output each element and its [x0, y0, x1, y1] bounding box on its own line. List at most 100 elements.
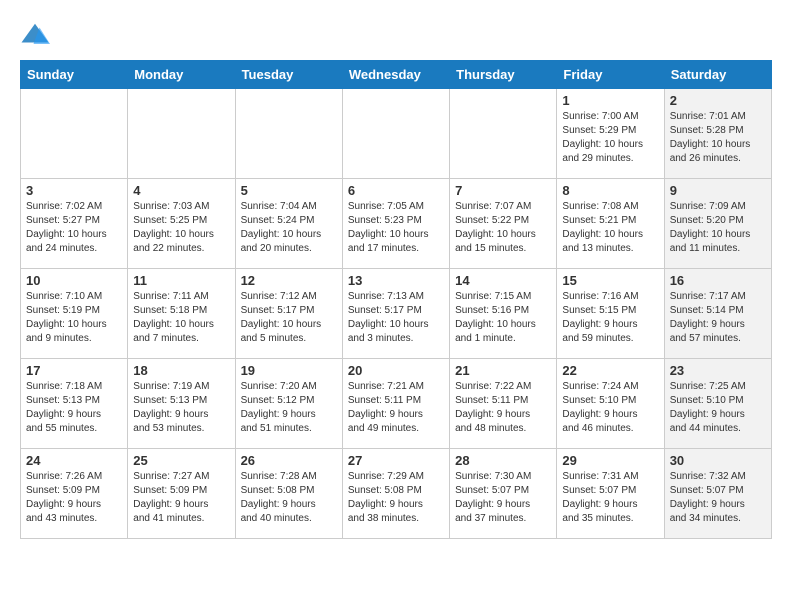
day-info: Sunrise: 7:04 AM Sunset: 5:24 PM Dayligh…	[241, 200, 337, 256]
day-number: 8	[562, 183, 658, 198]
calendar-week-5: 24Sunrise: 7:26 AM Sunset: 5:09 PM Dayli…	[21, 449, 772, 539]
day-number: 27	[348, 453, 444, 468]
calendar-cell	[235, 89, 342, 179]
page-header	[20, 20, 772, 50]
day-number: 25	[133, 453, 229, 468]
day-number: 3	[26, 183, 122, 198]
day-info: Sunrise: 7:31 AM Sunset: 5:07 PM Dayligh…	[562, 470, 658, 526]
day-number: 12	[241, 273, 337, 288]
calendar-cell: 19 Sunrise: 7:20 AM Sunset: 5:12 PM Dayli…	[235, 359, 342, 449]
day-info: Sunrise: 7:29 AM Sunset: 5:08 PM Dayligh…	[348, 470, 444, 526]
day-info: Sunrise: 7:02 AM Sunset: 5:27 PM Dayligh…	[26, 200, 122, 256]
day-info: Sunrise: 7:19 AM Sunset: 5:13 PM Dayligh…	[133, 380, 229, 436]
calendar-cell: 10 Sunrise: 7:10 AM Sunset: 5:19 PM Dayli…	[21, 269, 128, 359]
day-info: Sunrise: 7:13 AM Sunset: 5:17 PM Dayligh…	[348, 290, 444, 346]
day-number: 21	[455, 363, 551, 378]
day-info: Sunrise: 7:27 AM Sunset: 5:09 PM Dayligh…	[133, 470, 229, 526]
day-number: 30	[670, 453, 766, 468]
day-number: 1	[562, 93, 658, 108]
calendar-cell: 4 Sunrise: 7:03 AM Sunset: 5:25 PM Daylig…	[128, 179, 235, 269]
day-number: 4	[133, 183, 229, 198]
day-number: 19	[241, 363, 337, 378]
calendar-cell: 20Sunrise: 7:21 AM Sunset: 5:11 PM Dayli…	[342, 359, 449, 449]
logo	[20, 20, 54, 50]
logo-icon	[20, 20, 50, 50]
weekday-header-sunday: Sunday	[21, 61, 128, 89]
calendar-cell: 11 Sunrise: 7:11 AM Sunset: 5:18 PM Dayli…	[128, 269, 235, 359]
day-info: Sunrise: 7:20 AM Sunset: 5:12 PM Dayligh…	[241, 380, 337, 436]
day-number: 26	[241, 453, 337, 468]
day-info: Sunrise: 7:03 AM Sunset: 5:25 PM Dayligh…	[133, 200, 229, 256]
calendar-cell	[450, 89, 557, 179]
calendar-cell: 28Sunrise: 7:30 AM Sunset: 5:07 PM Dayli…	[450, 449, 557, 539]
day-info: Sunrise: 7:10 AM Sunset: 5:19 PM Dayligh…	[26, 290, 122, 346]
day-info: Sunrise: 7:12 AM Sunset: 5:17 PM Dayligh…	[241, 290, 337, 346]
calendar-cell: 15 Sunrise: 7:16 AM Sunset: 5:15 PM Dayli…	[557, 269, 664, 359]
calendar-week-4: 17 Sunrise: 7:18 AM Sunset: 5:13 PM Dayli…	[21, 359, 772, 449]
day-number: 28	[455, 453, 551, 468]
day-info: Sunrise: 7:07 AM Sunset: 5:22 PM Dayligh…	[455, 200, 551, 256]
calendar-cell: 8Sunrise: 7:08 AM Sunset: 5:21 PM Daylig…	[557, 179, 664, 269]
day-info: Sunrise: 7:16 AM Sunset: 5:15 PM Dayligh…	[562, 290, 658, 346]
calendar-cell: 1 Sunrise: 7:00 AM Sunset: 5:29 PM Daylig…	[557, 89, 664, 179]
weekday-header-saturday: Saturday	[664, 61, 771, 89]
calendar-cell: 16 Sunrise: 7:17 AM Sunset: 5:14 PM Dayli…	[664, 269, 771, 359]
calendar-cell: 21 Sunrise: 7:22 AM Sunset: 5:11 PM Dayli…	[450, 359, 557, 449]
calendar-cell: 23Sunrise: 7:25 AM Sunset: 5:10 PM Dayli…	[664, 359, 771, 449]
day-info: Sunrise: 7:15 AM Sunset: 5:16 PM Dayligh…	[455, 290, 551, 346]
day-info: Sunrise: 7:25 AM Sunset: 5:10 PM Dayligh…	[670, 380, 766, 436]
weekday-header-row: SundayMondayTuesdayWednesdayThursdayFrid…	[21, 61, 772, 89]
day-info: Sunrise: 7:18 AM Sunset: 5:13 PM Dayligh…	[26, 380, 122, 436]
weekday-header-thursday: Thursday	[450, 61, 557, 89]
day-number: 11	[133, 273, 229, 288]
day-number: 5	[241, 183, 337, 198]
day-number: 16	[670, 273, 766, 288]
day-number: 29	[562, 453, 658, 468]
calendar-cell: 7 Sunrise: 7:07 AM Sunset: 5:22 PM Daylig…	[450, 179, 557, 269]
calendar-table: SundayMondayTuesdayWednesdayThursdayFrid…	[20, 60, 772, 539]
calendar-cell: 30 Sunrise: 7:32 AM Sunset: 5:07 PM Dayli…	[664, 449, 771, 539]
calendar-cell: 26 Sunrise: 7:28 AM Sunset: 5:08 PM Dayli…	[235, 449, 342, 539]
calendar-cell: 24Sunrise: 7:26 AM Sunset: 5:09 PM Dayli…	[21, 449, 128, 539]
weekday-header-monday: Monday	[128, 61, 235, 89]
calendar-cell: 6 Sunrise: 7:05 AM Sunset: 5:23 PM Daylig…	[342, 179, 449, 269]
calendar-cell: 14Sunrise: 7:15 AM Sunset: 5:16 PM Dayli…	[450, 269, 557, 359]
weekday-header-friday: Friday	[557, 61, 664, 89]
calendar-cell: 27 Sunrise: 7:29 AM Sunset: 5:08 PM Dayli…	[342, 449, 449, 539]
day-number: 18	[133, 363, 229, 378]
calendar-cell: 13 Sunrise: 7:13 AM Sunset: 5:17 PM Dayli…	[342, 269, 449, 359]
day-info: Sunrise: 7:01 AM Sunset: 5:28 PM Dayligh…	[670, 110, 766, 166]
day-number: 22	[562, 363, 658, 378]
day-info: Sunrise: 7:00 AM Sunset: 5:29 PM Dayligh…	[562, 110, 658, 166]
day-info: Sunrise: 7:28 AM Sunset: 5:08 PM Dayligh…	[241, 470, 337, 526]
day-info: Sunrise: 7:32 AM Sunset: 5:07 PM Dayligh…	[670, 470, 766, 526]
day-number: 6	[348, 183, 444, 198]
weekday-header-wednesday: Wednesday	[342, 61, 449, 89]
calendar-cell: 17 Sunrise: 7:18 AM Sunset: 5:13 PM Dayli…	[21, 359, 128, 449]
day-number: 17	[26, 363, 122, 378]
day-info: Sunrise: 7:17 AM Sunset: 5:14 PM Dayligh…	[670, 290, 766, 346]
calendar-cell	[342, 89, 449, 179]
calendar-cell: 3 Sunrise: 7:02 AM Sunset: 5:27 PM Daylig…	[21, 179, 128, 269]
calendar-cell: 12 Sunrise: 7:12 AM Sunset: 5:17 PM Dayli…	[235, 269, 342, 359]
day-number: 7	[455, 183, 551, 198]
day-info: Sunrise: 7:05 AM Sunset: 5:23 PM Dayligh…	[348, 200, 444, 256]
calendar-cell: 18 Sunrise: 7:19 AM Sunset: 5:13 PM Dayli…	[128, 359, 235, 449]
calendar-cell	[128, 89, 235, 179]
day-number: 15	[562, 273, 658, 288]
day-info: Sunrise: 7:11 AM Sunset: 5:18 PM Dayligh…	[133, 290, 229, 346]
day-number: 9	[670, 183, 766, 198]
calendar-cell: 29 Sunrise: 7:31 AM Sunset: 5:07 PM Dayli…	[557, 449, 664, 539]
calendar-cell	[21, 89, 128, 179]
day-number: 10	[26, 273, 122, 288]
day-info: Sunrise: 7:21 AM Sunset: 5:11 PM Dayligh…	[348, 380, 444, 436]
day-number: 13	[348, 273, 444, 288]
day-number: 2	[670, 93, 766, 108]
day-info: Sunrise: 7:24 AM Sunset: 5:10 PM Dayligh…	[562, 380, 658, 436]
calendar-week-1: 1 Sunrise: 7:00 AM Sunset: 5:29 PM Daylig…	[21, 89, 772, 179]
calendar-cell: 5 Sunrise: 7:04 AM Sunset: 5:24 PM Daylig…	[235, 179, 342, 269]
calendar-cell: 2 Sunrise: 7:01 AM Sunset: 5:28 PM Daylig…	[664, 89, 771, 179]
day-info: Sunrise: 7:09 AM Sunset: 5:20 PM Dayligh…	[670, 200, 766, 256]
calendar-cell: 22 Sunrise: 7:24 AM Sunset: 5:10 PM Dayli…	[557, 359, 664, 449]
day-info: Sunrise: 7:22 AM Sunset: 5:11 PM Dayligh…	[455, 380, 551, 436]
